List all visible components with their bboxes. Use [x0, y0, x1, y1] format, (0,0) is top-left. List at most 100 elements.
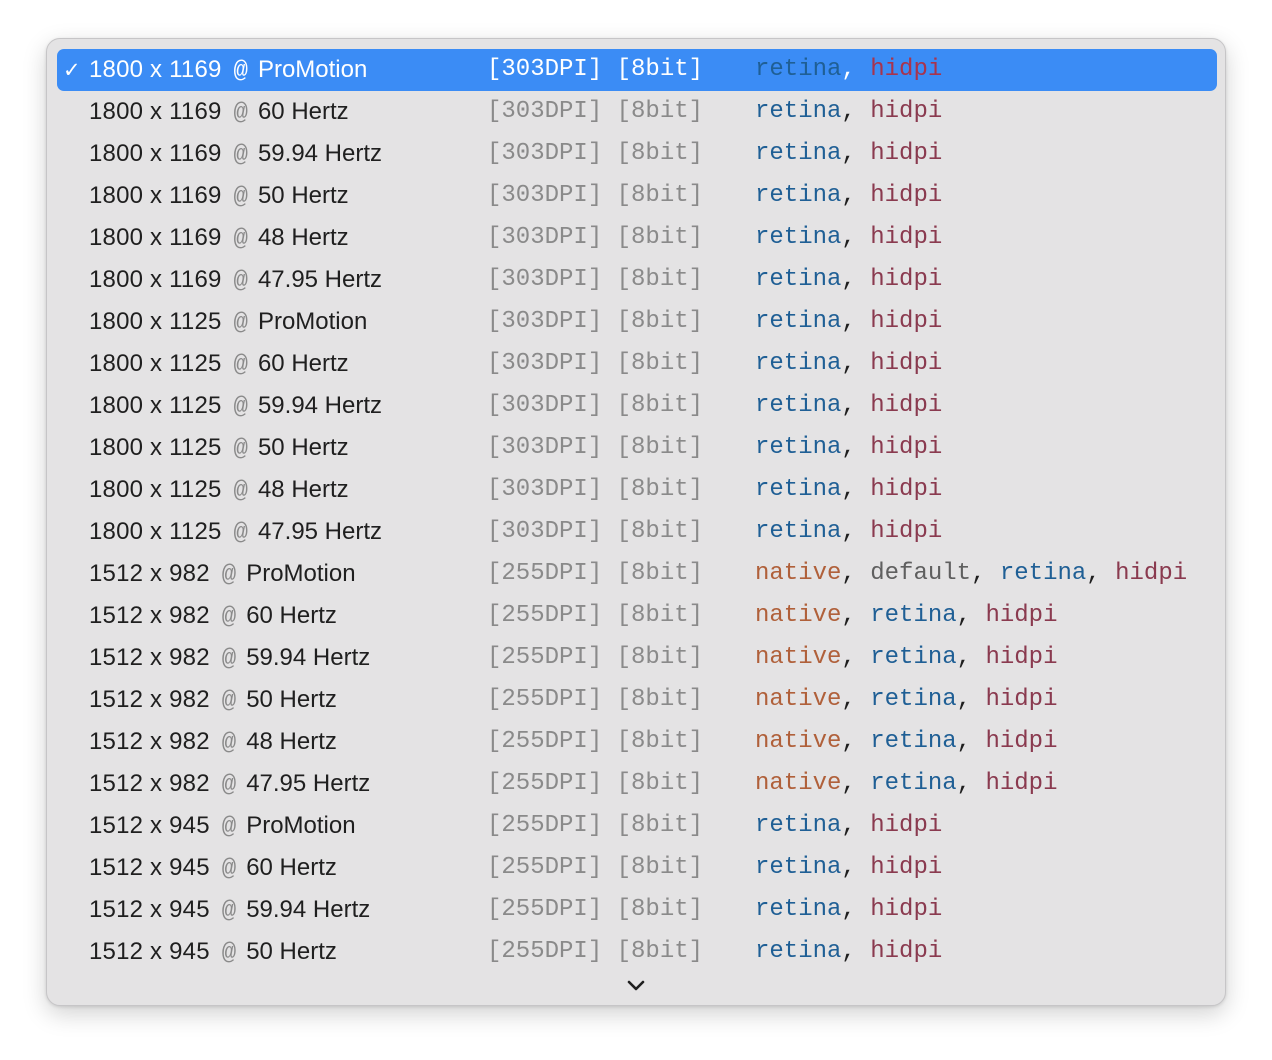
refresh-rate: 47.95 Hertz: [257, 266, 383, 293]
bit-depth-label: [8bit]: [616, 476, 704, 503]
bit-depth-label: [8bit]: [616, 812, 704, 839]
checkmark-icon: [63, 679, 85, 721]
menu-item-resolution[interactable]: 1800 x 1169 @59.94 Hertz [303DPI] [8bit] re…: [57, 133, 1217, 175]
refresh-rate: 50 Hertz: [257, 434, 349, 461]
menu-item-resolution[interactable]: 1800 x 1169 @60 Hertz [303DPI] [8bit] retin…: [57, 91, 1217, 133]
menu-item-resolution[interactable]: 1512 x 982 @47.95 Hertz [255DPI] [8bit] nat…: [57, 763, 1217, 805]
bit-depth-label: [8bit]: [616, 518, 704, 545]
resolution-size: 1512 x 982: [89, 728, 210, 755]
refresh-rate: 59.94 Hertz: [257, 392, 383, 419]
dpi-label: [303DPI]: [487, 56, 603, 83]
at-separator: @: [233, 478, 248, 505]
resolution-size: 1800 x 1125: [89, 434, 222, 461]
resolution-size: 1512 x 982: [89, 644, 210, 671]
menu-item-resolution[interactable]: 1512 x 982 @48 Hertz [255DPI] [8bit] native…: [57, 721, 1217, 763]
tag-native: native: [755, 602, 842, 629]
menu-item-resolution[interactable]: ✓ 1800 x 1169 @ ProMotion [303DPI] [8bit] ret…: [57, 49, 1217, 91]
menu-item-resolution[interactable]: 1512 x 982 @ ProMotion [255DPI] [8bit] nativ…: [57, 553, 1217, 595]
resolution-size: 1800 x 1169: [89, 182, 222, 209]
at-separator: @: [221, 562, 237, 589]
display-specs: [303DPI] [8bit]: [487, 133, 703, 175]
tag-retina: retina: [870, 644, 957, 671]
dpi-label: [255DPI]: [487, 854, 603, 881]
menu-item-resolution[interactable]: 1512 x 982 @59.94 Hertz [255DPI] [8bit] nat…: [57, 637, 1217, 679]
tag-hidpi: hidpi: [985, 770, 1058, 797]
mode-tags: native, retina, hidpi: [755, 686, 1058, 713]
tag-hidpi: hidpi: [870, 98, 943, 125]
resolution-size: 1512 x 945: [89, 812, 210, 839]
mode-tags: retina, hidpi: [755, 434, 943, 461]
resolution-label: 1800 x 1125 @50 Hertz: [89, 427, 349, 469]
refresh-rate: 60 Hertz: [257, 350, 349, 377]
menu-item-resolution[interactable]: 1800 x 1169 @50 Hertz [303DPI] [8bit] retin…: [57, 175, 1217, 217]
mode-tags: retina, hidpi: [755, 224, 943, 251]
tag-retina: retina: [755, 56, 842, 83]
resolution-label: 1800 x 1125 @59.94 Hertz: [89, 385, 382, 427]
tag-hidpi: hidpi: [1115, 560, 1188, 587]
checkmark-icon: [63, 637, 85, 679]
menu-item-resolution[interactable]: 1512 x 945 @59.94 Hertz [255DPI] [8bit] ret…: [57, 889, 1217, 931]
at-separator: @: [221, 940, 237, 967]
refresh-rate: 47.95 Hertz: [246, 770, 371, 797]
resolution-size: 1512 x 945: [89, 938, 210, 965]
tag-hidpi: hidpi: [870, 854, 943, 881]
menu-item-resolution[interactable]: 1800 x 1125 @ ProMotion [303DPI] [8bit] reti…: [57, 301, 1217, 343]
bit-depth-label: [8bit]: [616, 266, 704, 293]
menu-item-resolution[interactable]: 1512 x 982 @60 Hertz [255DPI] [8bit] native…: [57, 595, 1217, 637]
display-specs: [303DPI] [8bit]: [487, 301, 703, 343]
checkmark-icon: [63, 259, 85, 301]
menu-item-resolution[interactable]: 1800 x 1125 @60 Hertz [303DPI] [8bit] retin…: [57, 343, 1217, 385]
refresh-rate: 60 Hertz: [246, 854, 337, 881]
tag-retina: retina: [755, 98, 842, 125]
tag-retina: retina: [755, 182, 842, 209]
menu-item-resolution[interactable]: 1800 x 1125 @59.94 Hertz [303DPI] [8bit] re…: [57, 385, 1217, 427]
display-specs: [255DPI] [8bit]: [487, 595, 703, 637]
mode-tags: retina, hidpi: [755, 812, 943, 839]
checkmark-icon: [63, 931, 85, 973]
dpi-label: [303DPI]: [487, 350, 603, 377]
display-specs: [255DPI] [8bit]: [487, 805, 703, 847]
resolution-label: 1800 x 1169 @50 Hertz: [89, 175, 349, 217]
tag-retina: retina: [755, 140, 842, 167]
menu-item-resolution[interactable]: 1800 x 1125 @48 Hertz [303DPI] [8bit] retin…: [57, 469, 1217, 511]
bit-depth-label: [8bit]: [616, 140, 704, 167]
menu-item-resolution[interactable]: 1800 x 1125 @47.95 Hertz [303DPI] [8bit] re…: [57, 511, 1217, 553]
refresh-rate: 59.94 Hertz: [257, 140, 383, 167]
menu-item-resolution[interactable]: 1800 x 1125 @50 Hertz [303DPI] [8bit] retin…: [57, 427, 1217, 469]
resolution-label: 1512 x 982 @60 Hertz: [89, 595, 337, 637]
resolution-size: 1800 x 1125: [89, 308, 222, 335]
menu-item-resolution[interactable]: 1512 x 945 @50 Hertz [255DPI] [8bit] retina…: [57, 931, 1217, 973]
resolution-label: 1800 x 1169 @60 Hertz: [89, 91, 349, 133]
mode-tags: retina, hidpi: [755, 896, 943, 923]
resolution-size: 1800 x 1169: [89, 140, 222, 167]
menu-item-resolution[interactable]: 1512 x 945 @60 Hertz [255DPI] [8bit] retina…: [57, 847, 1217, 889]
tag-retina: retina: [755, 518, 842, 545]
menu-item-resolution[interactable]: 1800 x 1169 @47.95 Hertz [303DPI] [8bit] re…: [57, 259, 1217, 301]
chevron-down-icon[interactable]: [624, 976, 648, 996]
display-specs: [255DPI] [8bit]: [487, 931, 703, 973]
refresh-rate: 59.94 Hertz: [246, 896, 371, 923]
tag-hidpi: hidpi: [870, 476, 943, 503]
checkmark-icon: [63, 511, 85, 553]
resolution-label: 1512 x 945 @ ProMotion: [89, 805, 356, 847]
at-separator: @: [221, 856, 237, 883]
menu-item-resolution[interactable]: 1512 x 982 @50 Hertz [255DPI] [8bit] native…: [57, 679, 1217, 721]
checkmark-icon: [63, 469, 85, 511]
menu-item-resolution[interactable]: 1800 x 1169 @48 Hertz [303DPI] [8bit] retin…: [57, 217, 1217, 259]
resolution-label: 1512 x 982 @50 Hertz: [89, 679, 337, 721]
tag-retina: retina: [755, 266, 842, 293]
dpi-label: [255DPI]: [487, 812, 603, 839]
menu-item-resolution[interactable]: 1512 x 945 @ ProMotion [255DPI] [8bit] retin…: [57, 805, 1217, 847]
refresh-rate: 50 Hertz: [257, 182, 349, 209]
at-separator: @: [233, 226, 248, 253]
resolution-label: 1512 x 945 @60 Hertz: [89, 847, 337, 889]
resolution-size: 1800 x 1169: [89, 224, 222, 251]
at-separator: @: [221, 814, 237, 841]
resolution-size: 1512 x 982: [89, 770, 210, 797]
resolution-label: 1800 x 1125 @47.95 Hertz: [89, 511, 382, 553]
resolution-label: 1512 x 945 @50 Hertz: [89, 931, 337, 973]
mode-tags: retina, hidpi: [755, 350, 943, 377]
refresh-rate: ProMotion: [257, 308, 368, 335]
bit-depth-label: [8bit]: [616, 224, 704, 251]
tag-hidpi: hidpi: [870, 224, 943, 251]
